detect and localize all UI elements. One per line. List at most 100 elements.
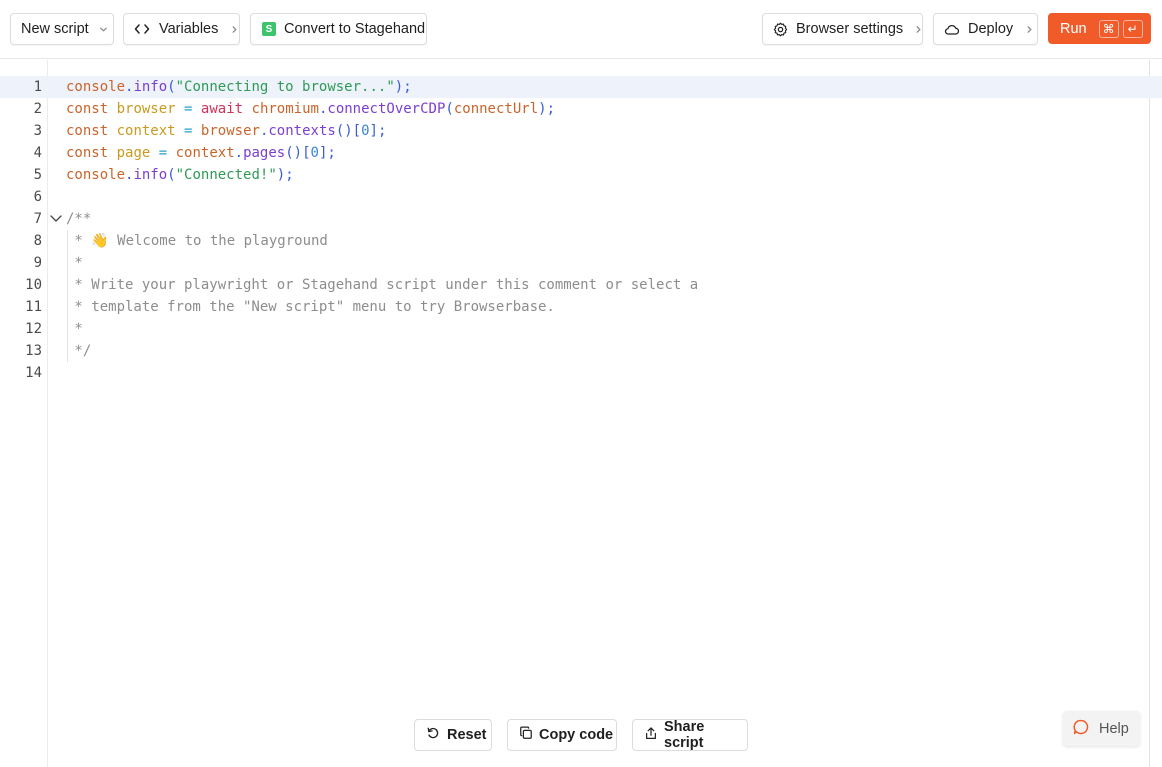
code-line[interactable]: 10 * Write your playwright or Stagehand … <box>0 274 1162 296</box>
comment-text: * <box>66 321 83 337</box>
token: page <box>116 145 151 161</box>
token: "Connecting to browser..." <box>175 79 395 95</box>
token: pages <box>243 145 286 161</box>
browser-settings-button[interactable]: Browser settings <box>762 13 923 45</box>
run-label: Run <box>1060 20 1087 37</box>
command-key-icon: ⌘ <box>1098 19 1119 38</box>
deploy-label: Deploy <box>968 21 1014 37</box>
toolbar: New script Variables S Convert to Stageh… <box>0 0 1162 59</box>
code-line[interactable]: 13 */ <box>0 340 1162 362</box>
variables-button[interactable]: Variables <box>123 13 240 45</box>
token: connectOverCDP <box>327 101 446 117</box>
token: ]; <box>318 145 336 161</box>
token: ); <box>394 79 412 95</box>
browser-settings-label: Browser settings <box>796 21 904 37</box>
new-script-label: New script <box>21 21 89 37</box>
code-text: console.info("Connecting to browser...")… <box>66 76 412 98</box>
token: ( <box>167 167 176 183</box>
token: console <box>66 79 126 95</box>
token: connectUrl <box>453 101 539 117</box>
help-button[interactable]: Help <box>1063 711 1140 746</box>
line-number: 7 <box>33 211 42 227</box>
token: await <box>200 101 244 117</box>
token: const <box>66 123 109 139</box>
comment-text: */ <box>66 343 92 359</box>
code-line[interactable]: 3 const context = browser.contexts()[0]; <box>0 120 1162 142</box>
token: ()[ <box>335 123 362 139</box>
code-text: const browser = await chromium.connectOv… <box>66 98 555 120</box>
line-number: 14 <box>25 365 42 381</box>
chevron-down-icon <box>99 25 108 34</box>
code-line[interactable]: 5 console.info("Connected!"); <box>0 164 1162 186</box>
line-number: 1 <box>33 79 42 95</box>
copy-code-label: Copy code <box>539 727 614 743</box>
chevron-right-icon <box>230 25 239 34</box>
code-text: const page = context.pages()[0]; <box>66 142 336 164</box>
comment-text: * <box>66 255 83 271</box>
line-number: 9 <box>33 255 42 271</box>
code-text: console.info("Connected!"); <box>66 164 294 186</box>
deploy-button[interactable]: Deploy <box>933 13 1038 45</box>
code-line[interactable]: 12 * <box>0 318 1162 340</box>
token: browser <box>200 123 260 139</box>
gear-icon <box>773 22 788 37</box>
reset-icon <box>426 726 440 744</box>
token: context <box>175 145 235 161</box>
token: browser <box>116 101 176 117</box>
code-line[interactable]: 14 <box>0 362 1162 384</box>
token: const <box>66 101 109 117</box>
chat-bubble-icon <box>1073 719 1089 739</box>
line-number: 2 <box>33 101 42 117</box>
new-script-button[interactable]: New script <box>10 13 114 45</box>
token: contexts <box>268 123 336 139</box>
token: context <box>116 123 176 139</box>
line-number: 12 <box>25 321 42 337</box>
line-number: 4 <box>33 145 42 161</box>
enter-key-icon: ↵ <box>1122 19 1143 38</box>
line-number: 8 <box>33 233 42 249</box>
code-line[interactable]: 1 console.info("Connecting to browser...… <box>0 76 1162 98</box>
convert-to-stagehand-button[interactable]: S Convert to Stagehand <box>250 13 427 45</box>
code-line[interactable]: 11 * template from the "New script" menu… <box>0 296 1162 318</box>
variables-label: Variables <box>159 21 219 37</box>
code-line[interactable]: 6 <box>0 186 1162 208</box>
line-number: 5 <box>33 167 42 183</box>
help-label: Help <box>1099 720 1129 737</box>
code-line[interactable]: 7 /** <box>0 208 1162 230</box>
token: "Connected!" <box>175 167 277 183</box>
token: ()[ <box>285 145 311 161</box>
share-script-button[interactable]: Share script <box>632 719 748 751</box>
code-brackets-icon <box>134 22 150 36</box>
cloud-icon <box>944 23 960 36</box>
token: info <box>133 79 168 95</box>
reset-button[interactable]: Reset <box>414 719 492 751</box>
token: ( <box>167 79 176 95</box>
chevron-right-icon <box>1025 25 1034 34</box>
code-line[interactable]: 4 const page = context.pages()[0]; <box>0 142 1162 164</box>
token: console <box>66 167 126 183</box>
token: ( <box>445 101 454 117</box>
token: 0 <box>361 123 370 139</box>
token: = <box>158 145 168 161</box>
token: = <box>184 101 193 117</box>
line-number: 3 <box>33 123 42 139</box>
stagehand-badge-letter: S <box>265 23 273 35</box>
stagehand-logo-icon: S <box>262 22 276 36</box>
copy-icon <box>519 726 533 744</box>
copy-code-button[interactable]: Copy code <box>507 719 617 751</box>
line-number: 6 <box>33 189 42 205</box>
comment-text: * 👋 Welcome to the playground <box>66 233 328 249</box>
line-number: 13 <box>25 343 42 359</box>
comment-text: * template from the "New script" menu to… <box>66 299 555 315</box>
code-text: const context = browser.contexts()[0]; <box>66 120 386 142</box>
line-number: 10 <box>25 277 42 293</box>
code-line[interactable]: 2 const browser = await chromium.connect… <box>0 98 1162 120</box>
token: 0 <box>310 145 319 161</box>
code-line[interactable]: 8 * 👋 Welcome to the playground <box>0 230 1162 252</box>
comment-text: /** <box>66 211 92 227</box>
token: = <box>184 123 193 139</box>
run-button[interactable]: Run ⌘ ↵ <box>1048 13 1151 44</box>
token: ); <box>538 101 555 117</box>
token: ]; <box>369 123 387 139</box>
code-line[interactable]: 9 * <box>0 252 1162 274</box>
